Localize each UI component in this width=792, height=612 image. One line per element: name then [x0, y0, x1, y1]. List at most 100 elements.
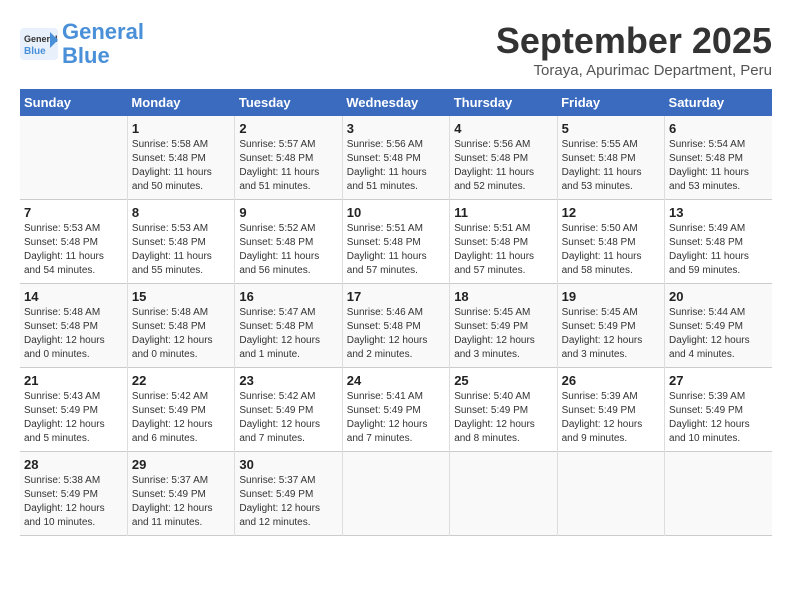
day-number: 22 — [132, 373, 230, 388]
day-number: 5 — [562, 121, 660, 136]
day-number: 17 — [347, 289, 445, 304]
day-number: 11 — [454, 205, 552, 220]
header: General Blue General Blue September 2025… — [20, 20, 772, 79]
location-subtitle: Toraya, Apurimac Department, Peru — [496, 62, 772, 79]
calendar-cell: 5Sunrise: 5:55 AMSunset: 5:48 PMDaylight… — [557, 116, 664, 200]
day-number: 21 — [24, 373, 123, 388]
days-of-week-row: SundayMondayTuesdayWednesdayThursdayFrid… — [20, 89, 772, 116]
cell-info: Sunrise: 5:54 AMSunset: 5:48 PMDaylight:… — [669, 138, 768, 194]
calendar-cell: 17 Sunrise: 5:46 AMSunset: 5:48 PMDayligh… — [342, 284, 449, 368]
day-number: 10 — [347, 205, 445, 220]
cell-info: Sunrise: 5:40 AMSunset: 5:49 PMDaylight:… — [454, 390, 552, 446]
day-number: 2 — [239, 121, 337, 136]
week-row-5: 28 Sunrise: 5:38 AMSunset: 5:49 PMDayligh… — [20, 452, 772, 536]
calendar-cell: 29Sunrise: 5:37 AMSunset: 5:49 PMDayligh… — [127, 452, 234, 536]
calendar-cell — [450, 452, 557, 536]
calendar-cell — [665, 452, 772, 536]
calendar-cell: 8Sunrise: 5:53 AMSunset: 5:48 PMDaylight… — [127, 200, 234, 284]
calendar-cell: 1 Sunrise: 5:58 AMSunset: 5:48 PMDaylight… — [127, 116, 234, 200]
calendar-cell: 20 Sunrise: 5:44 AMSunset: 5:49 PMDayligh… — [665, 284, 772, 368]
calendar-cell: 10 Sunrise: 5:51 AMSunset: 5:48 PMDayligh… — [342, 200, 449, 284]
day-number: 19 — [562, 289, 660, 304]
logo-icon: General Blue — [20, 28, 58, 60]
logo-name: General Blue — [62, 20, 144, 68]
day-header-sunday: Sunday — [20, 89, 127, 116]
calendar-cell: 7 Sunrise: 5:53 AMSunset: 5:48 PMDaylight… — [20, 200, 127, 284]
day-number: 12 — [562, 205, 660, 220]
cell-info: Sunrise: 5:49 AMSunset: 5:48 PMDaylight:… — [669, 222, 768, 278]
cell-info: Sunrise: 5:39 AMSunset: 5:49 PMDaylight:… — [669, 390, 768, 446]
day-number: 13 — [669, 205, 768, 220]
calendar-cell: 13 Sunrise: 5:49 AMSunset: 5:48 PMDayligh… — [665, 200, 772, 284]
calendar-cell: 6 Sunrise: 5:54 AMSunset: 5:48 PMDaylight… — [665, 116, 772, 200]
cell-info: Sunrise: 5:39 AMSunset: 5:49 PMDaylight:… — [562, 390, 660, 446]
calendar-cell: 3Sunrise: 5:56 AMSunset: 5:48 PMDaylight… — [342, 116, 449, 200]
day-number: 6 — [669, 121, 768, 136]
day-header-monday: Monday — [127, 89, 234, 116]
calendar-cell: 14 Sunrise: 5:48 AMSunset: 5:48 PMDayligh… — [20, 284, 127, 368]
calendar-body: 1 Sunrise: 5:58 AMSunset: 5:48 PMDaylight… — [20, 116, 772, 536]
cell-info: Sunrise: 5:37 AMSunset: 5:49 PMDaylight:… — [239, 474, 337, 530]
day-number: 28 — [24, 457, 123, 472]
cell-info: Sunrise: 5:48 AMSunset: 5:48 PMDaylight:… — [24, 306, 123, 362]
cell-info: Sunrise: 5:37 AMSunset: 5:49 PMDaylight:… — [132, 474, 230, 530]
calendar-cell: 21 Sunrise: 5:43 AMSunset: 5:49 PMDayligh… — [20, 368, 127, 452]
day-header-thursday: Thursday — [450, 89, 557, 116]
cell-info: Sunrise: 5:44 AMSunset: 5:49 PMDaylight:… — [669, 306, 768, 362]
day-number: 27 — [669, 373, 768, 388]
day-number: 4 — [454, 121, 552, 136]
cell-info: Sunrise: 5:45 AMSunset: 5:49 PMDaylight:… — [562, 306, 660, 362]
calendar-cell: 24 Sunrise: 5:41 AMSunset: 5:49 PMDayligh… — [342, 368, 449, 452]
calendar-cell: 18 Sunrise: 5:45 AMSunset: 5:49 PMDayligh… — [450, 284, 557, 368]
week-row-1: 1 Sunrise: 5:58 AMSunset: 5:48 PMDaylight… — [20, 116, 772, 200]
day-number: 15 — [132, 289, 230, 304]
calendar-cell: 16 Sunrise: 5:47 AMSunset: 5:48 PMDayligh… — [235, 284, 342, 368]
day-number: 14 — [24, 289, 123, 304]
day-number: 7 — [24, 205, 123, 220]
cell-info: Sunrise: 5:45 AMSunset: 5:49 PMDaylight:… — [454, 306, 552, 362]
calendar-cell: 12 Sunrise: 5:50 AMSunset: 5:48 PMDayligh… — [557, 200, 664, 284]
day-number: 16 — [239, 289, 337, 304]
cell-info: Sunrise: 5:52 AMSunset: 5:48 PMDaylight:… — [239, 222, 337, 278]
day-number: 24 — [347, 373, 445, 388]
cell-info: Sunrise: 5:38 AMSunset: 5:49 PMDaylight:… — [24, 474, 123, 530]
logo-blue: Blue — [62, 43, 110, 68]
cell-info: Sunrise: 5:51 AMSunset: 5:48 PMDaylight:… — [347, 222, 445, 278]
calendar-cell — [342, 452, 449, 536]
calendar-cell: 19 Sunrise: 5:45 AMSunset: 5:49 PMDayligh… — [557, 284, 664, 368]
cell-info: Sunrise: 5:58 AMSunset: 5:48 PMDaylight:… — [132, 138, 230, 194]
cell-info: Sunrise: 5:51 AMSunset: 5:48 PMDaylight:… — [454, 222, 552, 278]
calendar-cell: 28 Sunrise: 5:38 AMSunset: 5:49 PMDayligh… — [20, 452, 127, 536]
cell-info: Sunrise: 5:42 AMSunset: 5:49 PMDaylight:… — [239, 390, 337, 446]
title-block: September 2025 Toraya, Apurimac Departme… — [496, 20, 772, 79]
calendar-cell: 2Sunrise: 5:57 AMSunset: 5:48 PMDaylight… — [235, 116, 342, 200]
logo-general: General — [62, 19, 144, 44]
cell-info: Sunrise: 5:48 AMSunset: 5:48 PMDaylight:… — [132, 306, 230, 362]
cell-info: Sunrise: 5:50 AMSunset: 5:48 PMDaylight:… — [562, 222, 660, 278]
cell-info: Sunrise: 5:56 AMSunset: 5:48 PMDaylight:… — [454, 138, 552, 194]
day-number: 20 — [669, 289, 768, 304]
day-number: 1 — [132, 121, 230, 136]
calendar-cell: 11 Sunrise: 5:51 AMSunset: 5:48 PMDayligh… — [450, 200, 557, 284]
day-header-tuesday: Tuesday — [235, 89, 342, 116]
cell-info: Sunrise: 5:43 AMSunset: 5:49 PMDaylight:… — [24, 390, 123, 446]
calendar-header: SundayMondayTuesdayWednesdayThursdayFrid… — [20, 89, 772, 116]
calendar-cell: 15 Sunrise: 5:48 AMSunset: 5:48 PMDayligh… — [127, 284, 234, 368]
calendar-cell — [20, 116, 127, 200]
calendar-cell: 26 Sunrise: 5:39 AMSunset: 5:49 PMDayligh… — [557, 368, 664, 452]
day-header-wednesday: Wednesday — [342, 89, 449, 116]
cell-info: Sunrise: 5:46 AMSunset: 5:48 PMDaylight:… — [347, 306, 445, 362]
week-row-2: 7 Sunrise: 5:53 AMSunset: 5:48 PMDaylight… — [20, 200, 772, 284]
svg-text:Blue: Blue — [24, 46, 46, 57]
cell-info: Sunrise: 5:56 AMSunset: 5:48 PMDaylight:… — [347, 138, 445, 194]
day-number: 25 — [454, 373, 552, 388]
day-number: 18 — [454, 289, 552, 304]
week-row-3: 14 Sunrise: 5:48 AMSunset: 5:48 PMDayligh… — [20, 284, 772, 368]
day-number: 26 — [562, 373, 660, 388]
day-number: 30 — [239, 457, 337, 472]
day-header-friday: Friday — [557, 89, 664, 116]
cell-info: Sunrise: 5:41 AMSunset: 5:49 PMDaylight:… — [347, 390, 445, 446]
calendar-cell — [557, 452, 664, 536]
cell-info: Sunrise: 5:47 AMSunset: 5:48 PMDaylight:… — [239, 306, 337, 362]
cell-info: Sunrise: 5:53 AMSunset: 5:48 PMDaylight:… — [24, 222, 123, 278]
